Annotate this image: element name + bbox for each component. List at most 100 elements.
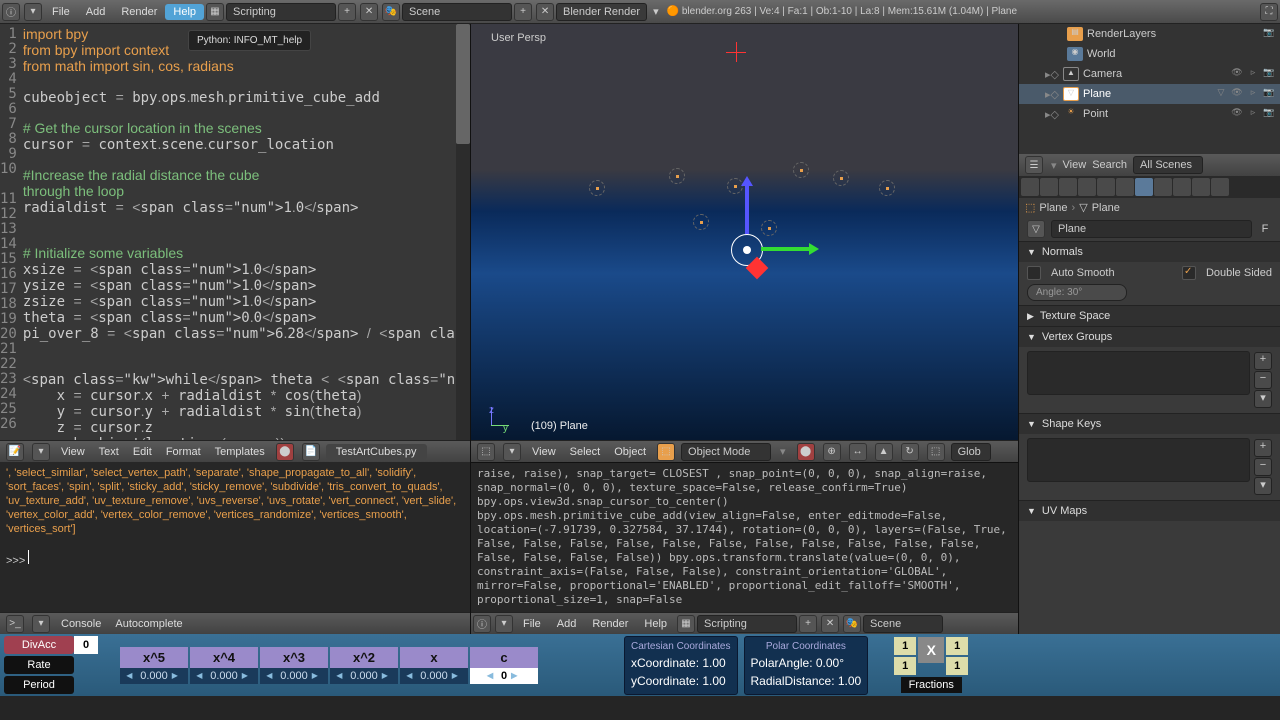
te-menu-edit[interactable]: Edit [128, 444, 157, 460]
outliner-editor-icon[interactable]: ☰ [1025, 156, 1043, 174]
vgroup-add-btn[interactable]: + [1254, 352, 1272, 370]
frac-bl[interactable]: 1 [894, 657, 916, 675]
tab-scene[interactable] [1040, 178, 1058, 196]
frac-tl[interactable]: 1 [894, 637, 916, 655]
panel-texture-space[interactable]: ▶Texture Space [1019, 306, 1280, 326]
console-editor-icon[interactable]: >_ [6, 615, 24, 633]
te-menu-view[interactable]: View [56, 444, 90, 460]
bh-add-icon[interactable]: + [799, 615, 817, 633]
mesh-name-field[interactable]: Plane [1051, 220, 1252, 238]
info-log[interactable]: raise, raise), snap_target= CLOSEST , sn… [471, 462, 1018, 612]
poly-c[interactable]: c◀0▶ [470, 647, 538, 684]
double-sided-check[interactable] [1182, 266, 1196, 280]
bh-menu-add[interactable]: Add [549, 616, 585, 632]
menu-add[interactable]: Add [78, 4, 114, 20]
outliner-item-world[interactable]: ◉ World [1019, 44, 1280, 64]
scene-del-icon[interactable]: ✕ [536, 3, 554, 21]
manip-translate-icon[interactable]: ▲ [875, 443, 893, 461]
text-editor[interactable]: 12345678910 1112131415161718192021222324… [0, 24, 470, 440]
bh-menu-help[interactable]: Help [636, 616, 675, 632]
vp-expand-icon[interactable]: ▾ [503, 443, 521, 461]
outliner[interactable]: ▤ RenderLayers 📷 ◉ World ▸◇ ▲ Camera 👁▹📷… [1019, 24, 1280, 154]
code-body[interactable]: import bpyfrom bpy import contextfrom ma… [23, 24, 470, 440]
console-prompt[interactable]: >>> [6, 555, 28, 567]
menu-help[interactable]: Help [165, 4, 204, 20]
3d-viewport[interactable]: User Persp zy (109) Plane [471, 24, 1018, 440]
period-label[interactable]: Period [4, 676, 74, 694]
polar-radial[interactable]: RadialDistance: 1.00 [751, 672, 862, 690]
viewport-editor-icon[interactable]: ⬚ [477, 443, 495, 461]
tab-constraints[interactable] [1097, 178, 1115, 196]
pl-vis-icon[interactable]: 👁 [1230, 87, 1244, 101]
frac-br[interactable]: 1 [946, 657, 968, 675]
divacc-label[interactable]: DivAcc [4, 636, 74, 654]
con-menu-console[interactable]: Console [56, 616, 106, 632]
panel-normals[interactable]: ▼Normals [1019, 242, 1280, 262]
tab-particles[interactable] [1192, 178, 1210, 196]
rl-render-icon[interactable]: 📷 [1262, 27, 1276, 41]
expand-icon[interactable]: ▾ [24, 3, 42, 21]
tab-objectdata[interactable] [1135, 178, 1153, 196]
panel-uv-maps[interactable]: ▼UV Maps [1019, 501, 1280, 521]
editor-scrollbar[interactable] [456, 24, 470, 440]
con-menu-auto[interactable]: Autocomplete [110, 616, 187, 632]
text-editor-icon[interactable]: 📝 [6, 443, 24, 461]
file-tab[interactable]: TestArtCubes.py [326, 444, 427, 460]
mode-icon[interactable]: ⬚ [657, 443, 675, 461]
tab-modifiers[interactable] [1116, 178, 1134, 196]
tab-texture[interactable] [1173, 178, 1191, 196]
manip-toggle-icon[interactable]: ↔ [849, 443, 867, 461]
info2-expand-icon[interactable]: ▾ [495, 615, 513, 633]
tab-material[interactable] [1154, 178, 1172, 196]
te-file-icon[interactable]: 📄 [302, 443, 320, 461]
tab-world[interactable] [1059, 178, 1077, 196]
bh-menu-file[interactable]: File [515, 616, 549, 632]
cam-ren-icon[interactable]: 📷 [1262, 67, 1276, 81]
bh-del-icon[interactable]: ✕ [821, 615, 839, 633]
cam-sel-icon[interactable]: ▹ [1246, 67, 1260, 81]
manip-scale-icon[interactable]: ⬚ [927, 443, 945, 461]
info2-icon[interactable]: ⓘ [473, 615, 491, 633]
shapekey-list[interactable] [1027, 438, 1250, 482]
x-axis-arrow[interactable] [761, 247, 811, 251]
sk-del-btn[interactable]: − [1254, 458, 1272, 476]
poly-x^3[interactable]: x^3◀0.000▶ [260, 647, 328, 684]
vgroup-del-btn[interactable]: − [1254, 371, 1272, 389]
menu-render[interactable]: Render [113, 4, 165, 20]
vgroup-menu-btn[interactable]: ▾ [1254, 390, 1272, 408]
pl-sel-icon[interactable]: ▹ [1246, 87, 1260, 101]
sk-add-btn[interactable]: + [1254, 439, 1272, 457]
cart-y[interactable]: yCoordinate: 1.00 [631, 672, 731, 690]
sk-menu-btn[interactable]: ▾ [1254, 477, 1272, 495]
mesh-link-icon[interactable]: ▽ [1027, 220, 1045, 238]
pl-ren-icon[interactable]: 📷 [1262, 87, 1276, 101]
poly-x^5[interactable]: x^5◀0.000▶ [120, 647, 188, 684]
render-engine[interactable]: Blender Render [556, 3, 647, 21]
pt-sel-icon[interactable]: ▹ [1246, 107, 1260, 121]
poly-x^2[interactable]: x^2◀0.000▶ [330, 647, 398, 684]
outliner-item-renderlayers[interactable]: ▤ RenderLayers 📷 [1019, 24, 1280, 44]
con-expand-icon[interactable]: ▾ [32, 615, 50, 633]
cam-vis-icon[interactable]: 👁 [1230, 67, 1244, 81]
vp-menu-view[interactable]: View [527, 444, 561, 460]
te-highlight-icon[interactable]: ⬤ [276, 443, 294, 461]
layout-del-icon[interactable]: ✕ [360, 3, 378, 21]
layout-icon[interactable]: ▦ [206, 3, 224, 21]
poly-x[interactable]: x◀0.000▶ [400, 647, 468, 684]
bh-scene-selector[interactable]: Scene [863, 615, 943, 633]
te-expand-icon[interactable]: ▾ [32, 443, 50, 461]
layout-add-icon[interactable]: + [338, 3, 356, 21]
bh-layout-selector[interactable]: Scripting [697, 615, 797, 633]
pivot-icon[interactable]: ⊕ [823, 443, 841, 461]
pt-ren-icon[interactable]: 📷 [1262, 107, 1276, 121]
poly-x^4[interactable]: x^4◀0.000▶ [190, 647, 258, 684]
vgroup-list[interactable] [1027, 351, 1250, 395]
shading-icon[interactable]: ⬤ [797, 443, 815, 461]
frac-x-btn[interactable]: X [918, 637, 944, 663]
menu-file[interactable]: File [44, 4, 78, 20]
scene-add-icon[interactable]: + [514, 3, 532, 21]
rate-label[interactable]: Rate [4, 656, 74, 674]
te-menu-text[interactable]: Text [94, 444, 124, 460]
ol-menu-view[interactable]: View [1063, 159, 1087, 171]
info-editor-icon[interactable]: ⓘ [2, 3, 20, 21]
